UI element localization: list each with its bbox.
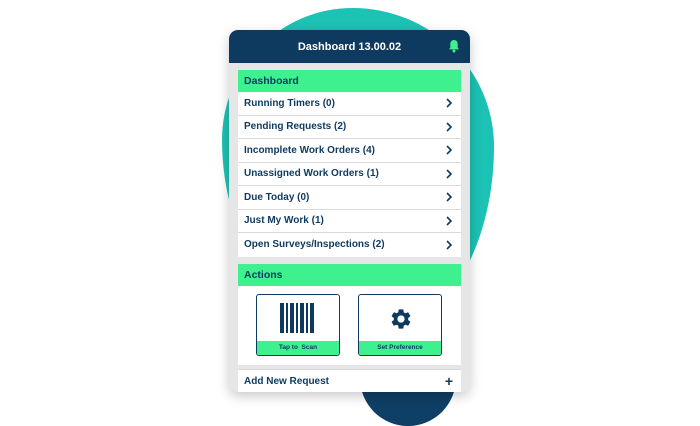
- list-item-label: Incomplete Work Orders (4): [244, 144, 375, 156]
- dashboard-card: Dashboard 13.00.02 Dashboard Running Tim…: [229, 30, 470, 392]
- barcode-icon: [280, 302, 314, 333]
- open-surveys-inspections-item[interactable]: Open Surveys/Inspections (2): [238, 233, 461, 257]
- list-item-label: Pending Requests (2): [244, 121, 347, 133]
- due-today-item[interactable]: Due Today (0): [238, 186, 461, 210]
- chevron-right-icon: [446, 145, 453, 155]
- add-new-request-button[interactable]: Add New Request +: [238, 369, 461, 392]
- list-item-label: Just My Work (1): [244, 215, 324, 227]
- gear-icon: [391, 308, 411, 329]
- chevron-right-icon: [446, 98, 453, 108]
- chevron-right-icon: [446, 240, 453, 250]
- actions-panel: Tap to Scan Set Preference: [238, 285, 461, 365]
- pending-requests-item[interactable]: Pending Requests (2): [238, 116, 461, 139]
- dashboard-list: Running Timers (0) Pending Requests (2) …: [238, 92, 461, 257]
- tap-to-scan-label: Tap to Scan: [257, 340, 339, 355]
- chevron-right-icon: [446, 122, 453, 132]
- running-timers-item[interactable]: Running Timers (0): [238, 92, 461, 116]
- set-preference-button[interactable]: Set Preference: [358, 293, 442, 356]
- list-item-label: Due Today (0): [244, 191, 310, 203]
- actions-section-title: Actions: [238, 263, 461, 286]
- list-item-label: Open Surveys/Inspections (2): [244, 239, 385, 251]
- set-preference-label: Set Preference: [359, 340, 441, 355]
- just-my-work-item[interactable]: Just My Work (1): [238, 210, 461, 233]
- chevron-right-icon: [446, 216, 453, 226]
- chevron-right-icon: [446, 169, 453, 179]
- header-title: Dashboard 13.00.02: [297, 40, 402, 53]
- unassigned-work-orders-item[interactable]: Unassigned Work Orders (1): [238, 163, 461, 186]
- incomplete-work-orders-item[interactable]: Incomplete Work Orders (4): [238, 139, 461, 163]
- list-item-label: Unassigned Work Orders (1): [244, 168, 379, 180]
- list-item-label: Running Timers (0): [244, 97, 335, 109]
- tap-to-scan-button[interactable]: Tap to Scan: [256, 293, 340, 356]
- bell-icon[interactable]: [448, 39, 460, 53]
- add-new-request-label: Add New Request: [244, 375, 330, 387]
- dashboard-section-title: Dashboard: [238, 70, 461, 92]
- plus-icon: +: [444, 373, 453, 389]
- chevron-right-icon: [446, 192, 453, 202]
- app-header: Dashboard 13.00.02: [229, 30, 470, 63]
